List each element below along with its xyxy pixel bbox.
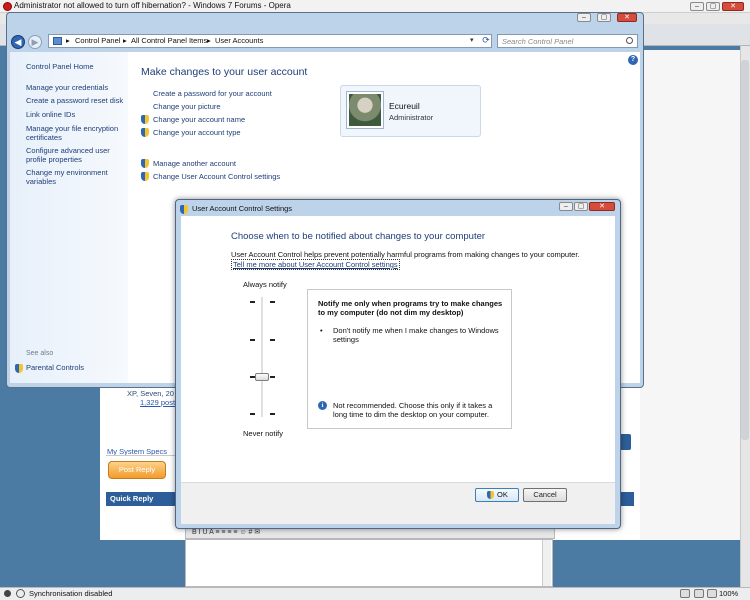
cp-maximize-button[interactable]: ▢ [597, 13, 611, 22]
forum-posts-count-link[interactable]: 1,329 post [140, 398, 175, 407]
slider-tick [270, 376, 275, 378]
breadcrumb-control-panel[interactable]: Control Panel [75, 36, 120, 45]
browser-window-title: Administrator not allowed to turn off hi… [14, 1, 291, 10]
uac-slider-track[interactable] [261, 297, 263, 417]
uac-slider-thumb[interactable] [255, 373, 269, 381]
see-also-heading: See also [26, 350, 54, 357]
uac-level-note: Not recommended. Choose this only if it … [333, 401, 493, 419]
sidebar-item-advanced-profile[interactable]: Configure advanced user profile properti… [26, 146, 126, 164]
breadcrumb-separator-icon[interactable]: ▸ [123, 36, 127, 45]
cancel-button[interactable]: Cancel [523, 488, 567, 502]
shield-icon [141, 128, 149, 137]
uac-tell-me-more-link[interactable]: Tell me more about User Account Control … [231, 259, 400, 270]
search-icon[interactable] [626, 37, 633, 44]
create-password-link[interactable]: Create a password for your account [153, 89, 272, 98]
slider-label-always-notify: Always notify [243, 280, 287, 289]
forward-arrow-icon[interactable]: ▶ [28, 35, 42, 49]
browser-status-bar [0, 587, 750, 600]
browser-minimize-button[interactable]: – [690, 2, 704, 11]
uac-description: User Account Control helps prevent poten… [231, 250, 580, 259]
forum-user-os-text: XP, Seven, 20 [127, 389, 174, 398]
opera-logo-icon [3, 2, 12, 11]
browser-close-button[interactable]: ✕ [722, 2, 744, 11]
page-title: Make changes to your user account [141, 66, 308, 78]
slider-tick [270, 413, 275, 415]
page-scrollbar-thumb[interactable] [741, 60, 749, 440]
sidebar-item-link-online-ids[interactable]: Link online IDs [26, 110, 126, 119]
browser-maximize-button[interactable]: ▢ [706, 2, 720, 11]
avatar [346, 91, 384, 129]
ok-button-label: OK [497, 490, 508, 499]
change-picture-link[interactable]: Change your picture [153, 102, 221, 111]
zoom-icon[interactable] [707, 589, 717, 598]
change-uac-settings-link[interactable]: Change User Account Control settings [153, 172, 280, 181]
sidebar-item-password-reset-disk[interactable]: Create a password reset disk [26, 96, 126, 105]
slider-tick [250, 413, 255, 415]
sync-status-text: Synchronisation disabled [29, 589, 113, 598]
reply-editor-scrollbar[interactable] [542, 540, 551, 586]
slider-tick [250, 301, 255, 303]
sidebar-item-file-encryption[interactable]: Manage your file encryption certificates [26, 124, 126, 142]
uac-close-button[interactable]: ✕ [589, 202, 615, 211]
forum-side-panel [640, 50, 740, 540]
slider-tick [270, 339, 275, 341]
control-panel-icon [53, 37, 62, 45]
uac-minimize-button[interactable]: – [559, 202, 573, 211]
shield-icon [15, 364, 23, 373]
slider-tick [270, 301, 275, 303]
uac-level-title: Notify me only when programs try to make… [318, 299, 503, 317]
breadcrumb-user-accounts[interactable]: User Accounts [215, 36, 263, 45]
turbo-icon[interactable] [4, 590, 11, 597]
breadcrumb-separator-icon[interactable]: ▸ [66, 36, 70, 45]
refresh-icon[interactable]: ⟳ [480, 34, 492, 48]
uac-dialog-title: User Account Control Settings [192, 204, 293, 213]
post-reply-button[interactable]: Post Reply [108, 461, 166, 479]
slider-tick [250, 339, 255, 341]
user-name: Ecureuil [389, 101, 420, 111]
sidebar-item-control-panel-home[interactable]: Control Panel Home [26, 62, 126, 71]
page-view-icon[interactable] [694, 589, 704, 598]
bullet-icon: • [320, 326, 323, 335]
search-input[interactable]: Search Control Panel [497, 34, 638, 48]
back-arrow-icon[interactable]: ◀ [11, 35, 25, 49]
breadcrumb-all-items[interactable]: All Control Panel Items [131, 36, 207, 45]
shield-icon [141, 172, 149, 181]
sidebar-item-manage-credentials[interactable]: Manage your credentials [26, 83, 126, 92]
address-dropdown-icon[interactable]: ▾ [470, 36, 474, 44]
shield-icon [180, 205, 188, 214]
slider-label-never-notify: Never notify [243, 429, 284, 438]
panel-toggle-icon[interactable] [680, 589, 690, 598]
uac-heading: Choose when to be notified about changes… [231, 231, 486, 242]
breadcrumb-separator-icon[interactable]: ▸ [207, 36, 211, 45]
manage-another-account-link[interactable]: Manage another account [153, 159, 236, 168]
cp-close-button[interactable]: ✕ [617, 13, 637, 22]
info-icon: i [318, 401, 327, 410]
divider [106, 455, 176, 456]
shield-icon [487, 491, 494, 499]
help-icon[interactable]: ? [628, 55, 638, 65]
uac-maximize-button[interactable]: ▢ [574, 202, 588, 211]
change-account-name-link[interactable]: Change your account name [153, 115, 245, 124]
sync-icon[interactable] [16, 589, 25, 598]
user-role: Administrator [389, 113, 434, 122]
forum-side-button[interactable] [620, 434, 631, 450]
shield-icon [141, 115, 149, 124]
shield-icon [141, 159, 149, 168]
reply-editor-textarea[interactable] [185, 539, 553, 587]
parental-controls-link[interactable]: Parental Controls [26, 363, 84, 372]
uac-level-bullet: Don't notify me when I make changes to W… [333, 326, 499, 344]
change-account-type-link[interactable]: Change your account type [153, 128, 241, 137]
cp-minimize-button[interactable]: – [577, 13, 591, 22]
zoom-level[interactable]: 100% [719, 589, 738, 598]
sidebar-item-environment-variables[interactable]: Change my environment variables [26, 168, 126, 186]
